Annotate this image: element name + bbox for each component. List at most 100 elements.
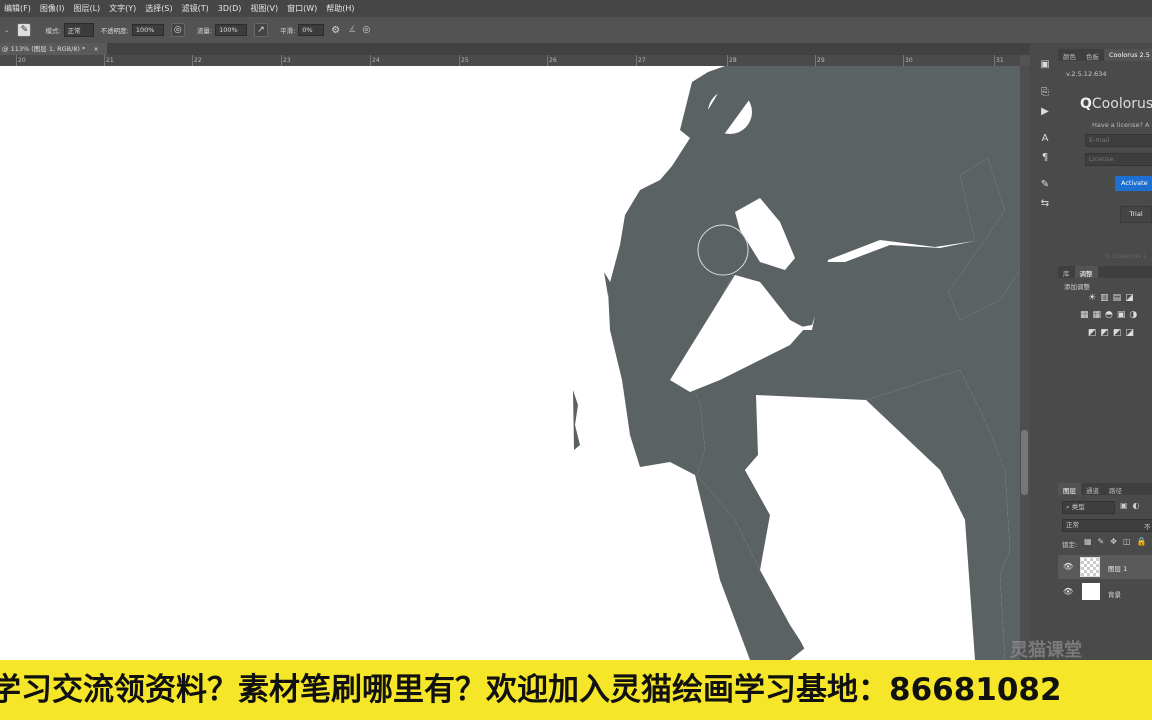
license-field[interactable]: License: [1085, 153, 1152, 166]
search-icon: ⌕: [1066, 503, 1070, 511]
license-question: Have a license? A: [1092, 121, 1150, 129]
smoothing-label: 平滑:: [280, 27, 296, 35]
email-field[interactable]: E-mail: [1085, 134, 1152, 147]
tab-color[interactable]: 颜色: [1058, 49, 1081, 61]
pressure-size-icon[interactable]: ◎: [362, 25, 370, 35]
ruler-label: 30: [905, 57, 913, 64]
smoothing-input[interactable]: 0%: [298, 24, 325, 36]
watermark-logo: 灵猫课堂: [1010, 640, 1082, 661]
layers-tabs: 图层 通道 路径: [1058, 483, 1152, 495]
close-icon[interactable]: ×: [93, 45, 98, 53]
menu-select[interactable]: 选择(S): [145, 3, 172, 14]
horizontal-ruler: 20 21 22 23 24 25 26 27 28 29 30 31: [0, 55, 1020, 66]
tab-paths[interactable]: 路径: [1104, 483, 1127, 495]
scrollbar-thumb[interactable]: [1021, 430, 1028, 495]
layer-row[interactable]: 👁 背景: [1058, 581, 1152, 603]
tab-coolorus[interactable]: Coolorus 2.5: [1104, 49, 1152, 61]
caption-banner: 学习交流领资料？素材笔刷哪里有？欢迎加入灵猫绘画学习基地：86681082: [0, 660, 1152, 720]
angle-icon[interactable]: ∡: [348, 25, 356, 35]
adjustment-icons-row-3[interactable]: ◩◩◩◪: [1088, 328, 1138, 338]
gear-icon[interactable]: ⚙: [331, 25, 340, 36]
layer-opacity-label: 不: [1144, 523, 1151, 531]
mode-label: 模式:: [45, 27, 61, 35]
document-tab[interactable]: @ 113% (图层 1, RGB/8) * ×: [0, 43, 107, 55]
tab-swatches[interactable]: 色板: [1081, 49, 1104, 61]
flow-label: 流量:: [196, 27, 213, 35]
pressure-opacity-icon[interactable]: ◎: [170, 23, 185, 37]
adjustments-tabs: 库 调整: [1058, 266, 1152, 278]
coolorus-logo: QCoolorus: [1080, 96, 1152, 112]
ruler-label: 23: [283, 57, 291, 64]
menu-edit[interactable]: 编辑(F): [4, 3, 31, 14]
adjustment-icons-row-1[interactable]: ☀▥▤◪: [1088, 293, 1138, 303]
mode-select[interactable]: 正常: [63, 23, 94, 37]
right-panel: 颜色 色板 Coolorus 2.5 v.2.5.12.634 QCooloru…: [1058, 43, 1152, 660]
ruler-label: 20: [18, 57, 26, 64]
layer-filter-icons[interactable]: ▣◐: [1120, 501, 1145, 510]
layer-thumbnail: [1082, 583, 1100, 600]
coolorus-logo-icon: Q: [1080, 96, 1092, 112]
ruler-label: 25: [461, 57, 469, 64]
eye-icon[interactable]: 👁: [1063, 562, 1073, 571]
tab-channels[interactable]: 通道: [1081, 483, 1104, 495]
document-tab-title: @ 113% (图层 1, RGB/8) *: [2, 45, 86, 53]
menu-image[interactable]: 图像(I): [40, 3, 65, 14]
tab-adjustments[interactable]: 调整: [1074, 266, 1098, 278]
menu-view[interactable]: 视图(V): [250, 3, 278, 14]
tab-bar: [0, 43, 1030, 55]
history-icon[interactable]: ⎘: [1038, 86, 1052, 100]
ruler-label: 26: [549, 57, 557, 64]
activate-button[interactable]: Activate: [1115, 176, 1152, 191]
airbrush-icon[interactable]: ↗: [254, 23, 269, 37]
paragraph-icon[interactable]: ¶: [1038, 151, 1052, 165]
color-panel-icon[interactable]: ▣: [1038, 58, 1052, 72]
tab-layers[interactable]: 图层: [1058, 483, 1081, 495]
chevron-down-icon[interactable]: ⌄: [4, 26, 9, 34]
vertical-scrollbar[interactable]: [1020, 66, 1030, 660]
menu-type[interactable]: 文字(Y): [109, 3, 136, 14]
layer-name: 图层 1: [1108, 565, 1128, 573]
brush-preset-icon[interactable]: ✎: [17, 23, 32, 37]
lock-icons[interactable]: ▦✎✥◫🔒: [1084, 537, 1152, 546]
layer-row[interactable]: 👁 图层 1: [1058, 555, 1152, 579]
layer-thumbnail: [1080, 557, 1100, 577]
lock-label: 锁定:: [1062, 541, 1078, 549]
coolorus-logo-text: Coolorus: [1091, 96, 1152, 112]
opacity-input[interactable]: 100%: [131, 24, 164, 36]
adjustments-title: 添加调整: [1064, 283, 1090, 291]
trial-button[interactable]: Trial: [1120, 206, 1152, 223]
copyright-text: © Coolorus L: [1104, 252, 1147, 260]
menu-3d[interactable]: 3D(D): [218, 4, 242, 13]
menu-bar: 编辑(F) 图像(I) 图层(L) 文字(Y) 选择(S) 滤镜(T) 3D(D…: [0, 0, 1152, 17]
play-icon[interactable]: ▶: [1038, 105, 1052, 119]
ruler-label: 27: [638, 57, 646, 64]
layer-filter-select[interactable]: ⌕ 类型: [1062, 501, 1115, 514]
blend-mode-select[interactable]: 正常: [1062, 519, 1152, 532]
menu-layer[interactable]: 图层(L): [73, 3, 100, 14]
menu-filter[interactable]: 滤镜(T): [182, 3, 209, 14]
ruler-label: 31: [996, 57, 1004, 64]
brush-settings-icon[interactable]: ✎: [1038, 178, 1052, 192]
character-icon[interactable]: A: [1038, 132, 1052, 146]
options-bar: ⌄ ✎ 模式: 正常 不透明度: 100% ◎ 流量: 100% ↗ 平滑: 0…: [0, 17, 1152, 44]
ruler-label: 24: [372, 57, 380, 64]
menu-window[interactable]: 窗口(W): [287, 3, 317, 14]
layer-filter-value: 类型: [1071, 503, 1085, 511]
caption-text: 学习交流领资料？素材笔刷哪里有？欢迎加入灵猫绘画学习基地：86681082: [0, 672, 1062, 708]
ruler-label: 21: [106, 57, 114, 64]
ruler-label: 28: [729, 57, 737, 64]
coolorus-version: v.2.5.12.634: [1066, 70, 1107, 78]
ruler-label: 22: [194, 57, 202, 64]
eye-icon[interactable]: 👁: [1063, 587, 1073, 596]
opacity-label: 不透明度:: [100, 27, 129, 35]
layer-name: 背景: [1108, 591, 1121, 599]
adjustment-icons-row-2[interactable]: ▦▦◓▣◑: [1080, 310, 1141, 320]
canvas[interactable]: [0, 66, 1020, 660]
flow-input[interactable]: 100%: [215, 24, 248, 36]
coolorus-tabs: 颜色 色板 Coolorus 2.5: [1058, 49, 1152, 61]
ruler-label: 29: [817, 57, 825, 64]
robot-silhouette: [573, 66, 1020, 660]
menu-help[interactable]: 帮助(H): [326, 3, 354, 14]
tab-libraries[interactable]: 库: [1058, 266, 1075, 278]
properties-icon[interactable]: ⇆: [1038, 197, 1052, 211]
